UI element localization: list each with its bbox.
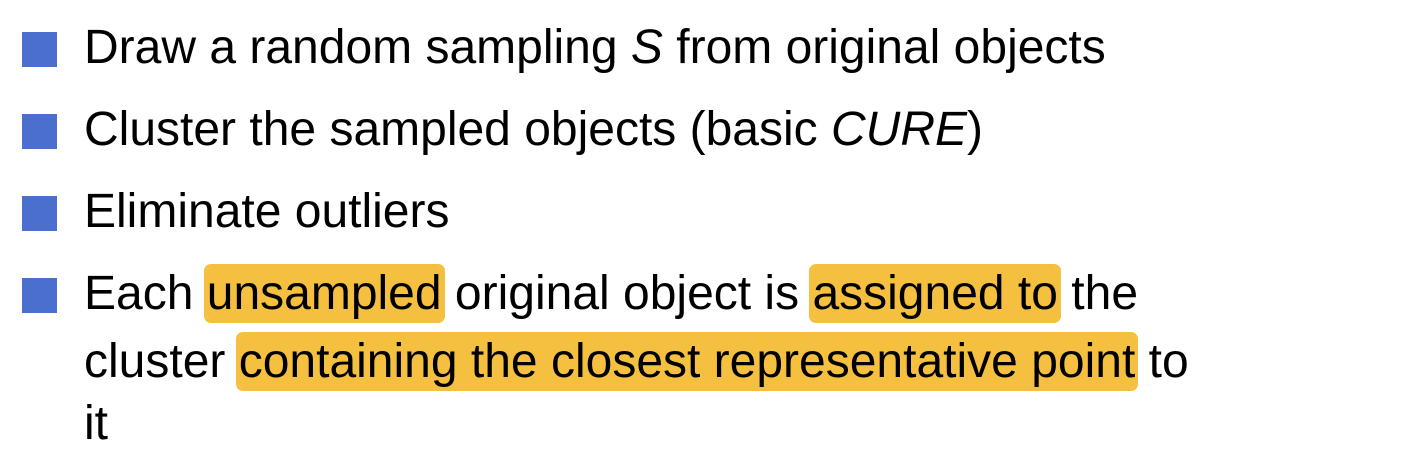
bullet-text: Cluster the sampled objects (basic CURE) xyxy=(84,96,1414,164)
bullet-text-part: cluster xyxy=(84,335,239,388)
bullet-square-icon xyxy=(22,114,57,149)
highlight-assigned-to: assigned to xyxy=(812,267,1058,320)
bullet-text-part: ) xyxy=(967,103,983,156)
highlight-unsampled: unsampled xyxy=(206,267,442,320)
bullet-text-part: original object is xyxy=(441,267,813,320)
bullet-text-line-3: it xyxy=(84,397,108,450)
slide: Draw a random sampling S from original o… xyxy=(0,0,1428,462)
bullet-text-italic: S xyxy=(630,21,663,74)
bullet-text-part: Each xyxy=(84,267,207,320)
bullet-text-part: the xyxy=(1057,267,1139,320)
bullet-text-line-1: Each unsampled original object is assign… xyxy=(84,260,1414,328)
bullet-text: Eliminate outliers xyxy=(84,185,450,238)
highlight-containing-closest-point: containing the closest representative po… xyxy=(238,335,1136,388)
bullet-square-icon xyxy=(22,32,57,67)
bullet-text-part: Draw a random sampling xyxy=(84,21,631,74)
bullet-text-part: to xyxy=(1135,335,1189,388)
bullet-text-part: from original objects xyxy=(662,21,1106,74)
bullet-text-part: Cluster the sampled objects (basic xyxy=(84,103,831,156)
bullet-text-italic: CURE xyxy=(831,103,968,156)
bullet-square-icon xyxy=(22,196,57,231)
bullet-text-line-2: cluster containing the closest represent… xyxy=(84,328,1414,396)
bullet-text: Draw a random sampling S from original o… xyxy=(84,14,1414,82)
bullet-square-icon xyxy=(22,278,57,313)
